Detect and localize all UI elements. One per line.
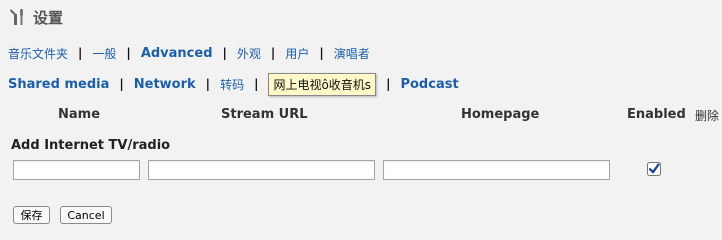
homepage-input[interactable] [383, 160, 610, 180]
checkmark-icon [647, 162, 661, 176]
stream-url-input[interactable] [148, 160, 375, 180]
tab-internet-radio-active[interactable]: 网上电视ô收音机s [268, 72, 377, 96]
nav-separator: | [78, 46, 83, 60]
tab-network[interactable]: Network [134, 77, 196, 92]
tab-players[interactable]: 演唱者 [334, 45, 370, 62]
nav-separator: | [222, 46, 227, 60]
tab-shared-media[interactable]: Shared media [8, 77, 109, 92]
tools-icon [8, 7, 28, 27]
tab-general[interactable]: 一般 [92, 45, 116, 62]
column-header-homepage: Homepage [461, 107, 540, 122]
tab-advanced[interactable]: Advanced [141, 46, 213, 61]
tab-users[interactable]: 用户 [285, 45, 309, 62]
column-header-delete: 删除 [695, 109, 720, 123]
add-radio-label: Add Internet TV/radio [11, 138, 171, 153]
settings-nav-secondary: Shared media | Network | 转码 | 网上电视ô收音机s … [8, 72, 459, 96]
enabled-checkbox[interactable] [647, 162, 661, 176]
tab-appearance[interactable]: 外观 [237, 45, 261, 62]
page-title-bar: 设置 [8, 6, 63, 28]
nav-separator: | [386, 77, 391, 91]
column-header-stream-url: Stream URL [221, 107, 308, 122]
nav-separator: | [126, 46, 131, 60]
cancel-button[interactable]: Cancel [60, 206, 112, 224]
column-header-name: Name [58, 107, 101, 122]
nav-separator: | [270, 46, 276, 60]
settings-nav-primary: 音乐文件夹 | 一般 | Advanced | 外观 | 用户 | 演唱者 [8, 44, 370, 62]
column-header-enabled: Enabled [627, 107, 686, 122]
nav-separator: | [205, 77, 211, 91]
save-button[interactable]: 保存 [13, 206, 50, 224]
nav-separator: | [119, 77, 124, 91]
nav-separator: | [319, 46, 324, 60]
page-title: 设置 [33, 8, 64, 27]
tab-podcast[interactable]: Podcast [400, 77, 458, 92]
tab-transcoding[interactable]: 转码 [220, 76, 244, 93]
name-input[interactable] [13, 160, 140, 180]
nav-separator: | [254, 77, 259, 91]
tab-music-folders[interactable]: 音乐文件夹 [8, 45, 68, 62]
